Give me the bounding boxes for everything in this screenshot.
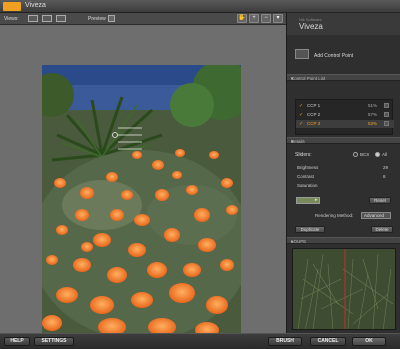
- ok-button[interactable]: OK: [352, 337, 386, 346]
- loupe-view: [292, 248, 396, 330]
- reset-button[interactable]: Reset: [369, 197, 391, 204]
- cp-name: CCP 3: [307, 121, 321, 126]
- control-point-list: ✓ CCP 1 51% ✓ CCP 2 57% ✓ CCP 3 53%: [295, 99, 394, 135]
- delete-button[interactable]: Delete: [371, 226, 393, 233]
- cp-visibility-toggle[interactable]: [384, 103, 389, 108]
- window-title: Viveza: [25, 2, 46, 9]
- add-control-point-icon[interactable]: [295, 49, 309, 59]
- check-icon[interactable]: ✓: [299, 103, 304, 109]
- slider-label: Saturation: [297, 183, 318, 188]
- duplicate-button[interactable]: Duplicate: [295, 226, 325, 233]
- rendering-method-label: Rendering Method:: [315, 213, 354, 218]
- sliders-label: Sliders:: [295, 152, 312, 158]
- image-canvas[interactable]: 1080243.RAW (7.8MP, 3072 x 2304, 300 DPI…: [0, 25, 286, 349]
- loupe-header[interactable]: LOUPE ▾: [287, 237, 400, 244]
- panel-header: Nik Software Viveza: [287, 13, 400, 35]
- cp-visibility-toggle[interactable]: [384, 121, 389, 126]
- app-logo-icon: [3, 2, 21, 11]
- collapse-icon[interactable]: ▾: [291, 239, 398, 245]
- list-item-ccp-2[interactable]: ✓ CCP 2 57%: [296, 111, 394, 119]
- single-view-icon[interactable]: [28, 15, 38, 22]
- all-radio[interactable]: [375, 152, 380, 157]
- preview-label: Preview: [88, 16, 106, 22]
- slider-saturation[interactable]: Saturation: [295, 183, 395, 191]
- slider-value: 29: [383, 165, 389, 170]
- views-label: Views:: [4, 16, 19, 22]
- all-label: All: [382, 152, 388, 157]
- collapse-icon[interactable]: ▾: [291, 139, 398, 145]
- preview-checkbox[interactable]: [108, 15, 115, 22]
- slider-label: Contrast: [297, 174, 315, 179]
- zoom-in-icon[interactable]: +: [249, 14, 259, 23]
- bcs-label: BCS: [360, 152, 370, 157]
- rendering-method-select[interactable]: Advanced: [361, 212, 391, 219]
- swatch-dropdown-icon[interactable]: ▸: [315, 197, 318, 203]
- check-icon[interactable]: ✓: [299, 121, 304, 127]
- photo-poppies[interactable]: [42, 65, 241, 335]
- cancel-button[interactable]: CANCEL: [310, 337, 346, 346]
- help-button[interactable]: HELP: [4, 337, 30, 346]
- settings-button[interactable]: SETTINGS: [34, 337, 74, 346]
- cp-name: CCP 1: [307, 103, 321, 108]
- brand-title: Viveza: [299, 22, 323, 31]
- view-toolbar: Views: Preview ✋ + − ▾: [0, 13, 286, 25]
- details-header[interactable]: Details ▾: [287, 137, 400, 144]
- brush-button[interactable]: BRUSH: [268, 337, 302, 346]
- check-icon[interactable]: ✓: [299, 112, 304, 118]
- fit-icon[interactable]: ▾: [273, 14, 283, 23]
- bcs-radio[interactable]: [353, 152, 358, 157]
- slider-value: 8: [383, 174, 386, 179]
- slider-contrast[interactable]: Contrast 8: [295, 174, 395, 182]
- list-item-ccp-3[interactable]: ✓ CCP 3 53%: [296, 120, 394, 128]
- cp-visibility-toggle[interactable]: [384, 112, 389, 117]
- cp-name: CCP 2: [307, 112, 321, 117]
- side-by-side-view-icon[interactable]: [56, 15, 66, 22]
- zoom-out-icon[interactable]: −: [261, 14, 271, 23]
- slider-brightness[interactable]: Brightness 29: [295, 165, 395, 173]
- list-item-ccp-1[interactable]: ✓ CCP 1 51%: [296, 102, 394, 110]
- cp-percent: 53%: [368, 121, 378, 126]
- split-view-icon[interactable]: [42, 15, 52, 22]
- control-panel: Nik Software Viveza Add Control Point Co…: [286, 13, 400, 333]
- hand-tool-icon[interactable]: ✋: [237, 14, 247, 23]
- collapse-icon[interactable]: ▾: [291, 76, 398, 82]
- bottom-bar: HELP SETTINGS BRUSH CANCEL OK: [0, 333, 400, 349]
- control-point-list-header[interactable]: Control Point List ▾: [287, 74, 400, 81]
- slider-label: Brightness: [297, 165, 319, 170]
- cp-percent: 51%: [368, 103, 378, 108]
- cp-percent: 57%: [368, 112, 378, 117]
- title-bar: Viveza: [0, 0, 400, 13]
- add-control-point-label[interactable]: Add Control Point: [314, 53, 353, 59]
